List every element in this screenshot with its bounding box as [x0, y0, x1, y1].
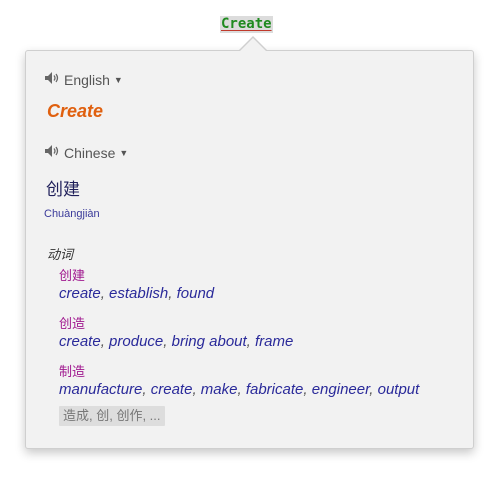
more-translations-chip[interactable]: 造成, 创, 创作, ...: [59, 406, 165, 426]
gloss-link[interactable]: create: [59, 285, 101, 302]
caret-down-icon: ▼: [113, 74, 123, 85]
gloss-link[interactable]: fabricate: [246, 381, 304, 398]
gloss-link[interactable]: output: [378, 381, 420, 398]
entry-glosses: manufacture, create, make, fabricate, en…: [59, 381, 420, 398]
source-language-label: English: [64, 71, 110, 88]
gloss-link[interactable]: engineer: [312, 381, 370, 398]
target-language-selector[interactable]: Chinese ▼: [44, 144, 128, 161]
entry-glosses: create, establish, found: [59, 285, 215, 302]
gloss-link[interactable]: produce: [109, 333, 163, 350]
gloss-link[interactable]: bring about: [172, 333, 247, 350]
target-word: 创建: [46, 180, 80, 200]
entry-word: 制造: [59, 365, 86, 380]
gloss-link[interactable]: establish: [109, 285, 168, 302]
translation-popup: English ▼ Create Chinese ▼ 创建 Chuàngjiàn…: [25, 50, 474, 449]
entry-glosses: create, produce, bring about, frame: [59, 333, 294, 350]
speaker-icon[interactable]: [44, 71, 64, 88]
selected-word[interactable]: Create: [220, 16, 273, 33]
speaker-icon[interactable]: [44, 144, 64, 161]
caret-down-icon: ▼: [119, 147, 129, 158]
dictionary-entry: 创建 create, establish, found: [59, 265, 214, 304]
gloss-link[interactable]: manufacture: [59, 381, 142, 398]
source-language-selector[interactable]: English ▼: [44, 71, 123, 88]
entry-word: 创建: [59, 269, 86, 284]
stage: Create English ▼ Create Chinese ▼ 创建 Chu…: [0, 0, 500, 480]
popup-arrow-inner: [240, 38, 266, 51]
target-language-label: Chinese: [64, 144, 116, 161]
gloss-link[interactable]: create: [151, 381, 193, 398]
part-of-speech: 动词: [47, 248, 74, 263]
gloss-link[interactable]: create: [59, 333, 101, 350]
gloss-link[interactable]: make: [201, 381, 238, 398]
entry-word: 创造: [59, 317, 86, 332]
dictionary-entry: 创造 create, produce, bring about, frame: [59, 313, 293, 352]
gloss-link[interactable]: frame: [255, 333, 293, 350]
source-word: Create: [47, 101, 104, 121]
pinyin: Chuàngjiàn: [44, 208, 100, 220]
gloss-link[interactable]: found: [177, 285, 215, 302]
dictionary-entry: 制造 manufacture, create, make, fabricate,…: [59, 361, 419, 400]
